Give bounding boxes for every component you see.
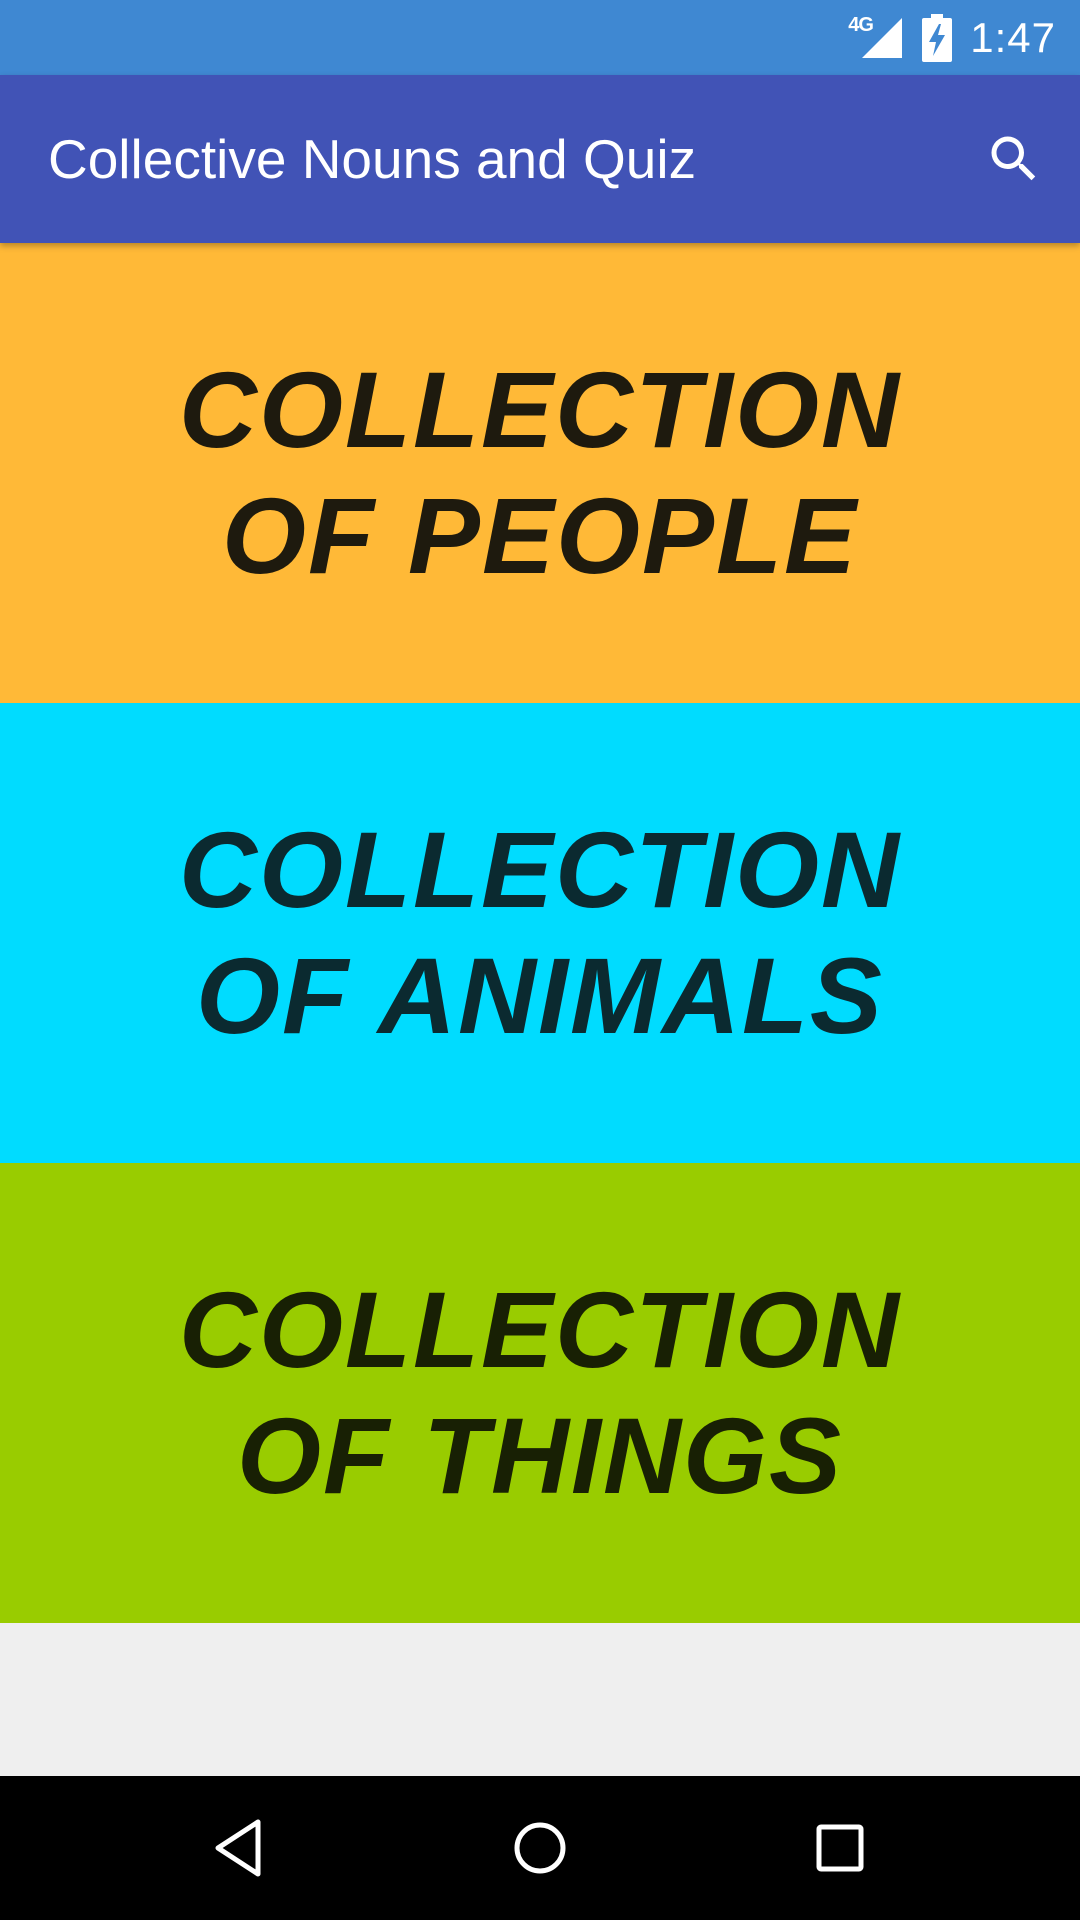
status-clock: 1:47: [970, 13, 1056, 61]
status-bar: 4G 1:47: [0, 0, 1080, 75]
app-bar: Collective Nouns and Quiz: [0, 75, 1080, 243]
category-animals-label: COLLECTION OF ANIMALS: [179, 809, 901, 1056]
signal-icon: 4G: [848, 14, 904, 62]
category-list: COLLECTION OF PEOPLE COLLECTION OF ANIMA…: [0, 243, 1080, 1623]
category-people-card[interactable]: COLLECTION OF PEOPLE: [0, 243, 1080, 703]
app-title: Collective Nouns and Quiz: [48, 128, 697, 190]
category-things-label: COLLECTION OF THINGS: [179, 1269, 901, 1516]
search-icon: [991, 136, 1036, 181]
home-icon: [514, 1822, 566, 1874]
recents-button[interactable]: [804, 1812, 876, 1884]
category-things-card[interactable]: COLLECTION OF THINGS: [0, 1163, 1080, 1623]
back-icon: [215, 1819, 261, 1877]
recents-icon: [816, 1824, 864, 1872]
navigation-bar: [0, 1776, 1080, 1920]
status-icons: 4G 1:47: [848, 0, 1056, 75]
category-people-label: COLLECTION OF PEOPLE: [179, 349, 901, 596]
network-type-label: 4G: [848, 13, 874, 36]
screen: 4G 1:47 Collective Nouns and Quiz COLLEC…: [0, 0, 1080, 1920]
home-button[interactable]: [504, 1812, 576, 1884]
category-animals-card[interactable]: COLLECTION OF ANIMALS: [0, 703, 1080, 1163]
battery-charging-icon: [922, 13, 953, 62]
back-button[interactable]: [204, 1812, 276, 1884]
search-button[interactable]: [978, 123, 1050, 195]
